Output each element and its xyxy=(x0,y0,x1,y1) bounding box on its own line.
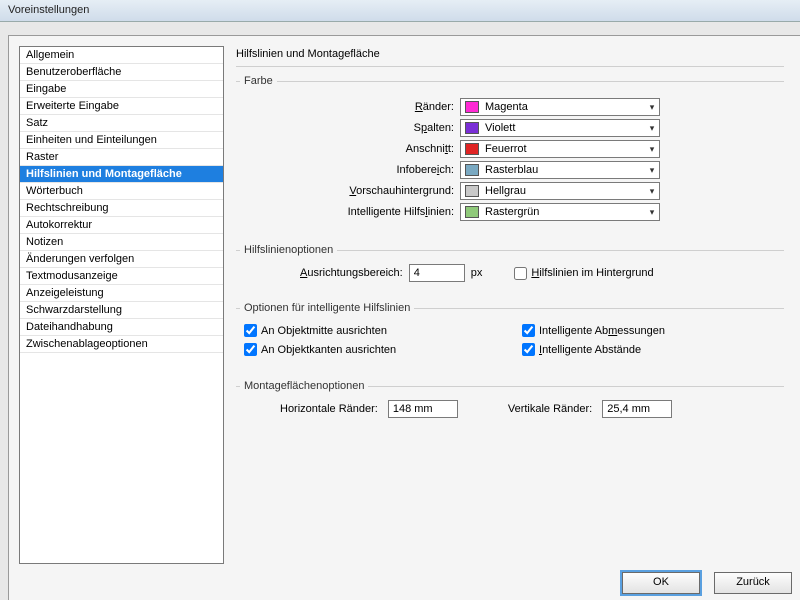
guides-group: Hilfslinienoptionen Ausrichtungsbereich:… xyxy=(236,244,784,288)
color-swatch xyxy=(465,164,479,176)
smart-option-checkbox[interactable] xyxy=(244,324,257,337)
h-margin-input[interactable] xyxy=(388,400,458,418)
sidebar-item[interactable]: Raster xyxy=(20,149,223,166)
color-label: Spalten: xyxy=(240,122,460,134)
smart-option-label: An Objektkanten ausrichten xyxy=(261,344,396,356)
smart-option-label: An Objektmitte ausrichten xyxy=(261,325,387,337)
sidebar-item[interactable]: Hilfslinien und Montagefläche xyxy=(20,166,223,183)
color-group: Farbe Ränder:Magenta▾Spalten:Violett▾Ans… xyxy=(236,75,784,230)
v-margin-label: Vertikale Ränder: xyxy=(508,403,592,415)
guides-in-back-checkbox[interactable] xyxy=(514,267,527,280)
smart-option: Intelligente Abstände xyxy=(522,343,780,356)
sidebar-item[interactable]: Eingabe xyxy=(20,81,223,98)
color-swatch xyxy=(465,122,479,134)
color-label: Intelligente Hilfslinien: xyxy=(240,206,460,218)
color-value: Violett xyxy=(483,122,645,134)
smart-option-label: Intelligente Abstände xyxy=(539,344,641,356)
color-label: Infobereich: xyxy=(240,164,460,176)
page-title: Hilfslinien und Montagefläche xyxy=(236,46,784,67)
smart-option: Intelligente Abmessungen xyxy=(522,324,780,337)
smart-option-checkbox[interactable] xyxy=(244,343,257,356)
guides-legend: Hilfslinienoptionen xyxy=(240,244,337,256)
color-dropdown[interactable]: Rastergrün▾ xyxy=(460,203,660,221)
smart-option: An Objektkanten ausrichten xyxy=(244,343,502,356)
color-dropdown[interactable]: Feuerrot▾ xyxy=(460,140,660,158)
sidebar-item[interactable]: Textmodusanzeige xyxy=(20,268,223,285)
category-sidebar: AllgemeinBenutzeroberflächeEingabeErweit… xyxy=(19,46,224,564)
color-value: Feuerrot xyxy=(483,143,645,155)
smart-option: An Objektmitte ausrichten xyxy=(244,324,502,337)
titlebar: Voreinstellungen xyxy=(0,0,800,22)
sidebar-item[interactable]: Rechtschreibung xyxy=(20,200,223,217)
color-row: Ränder:Magenta▾ xyxy=(240,98,780,116)
color-row: Anschnitt:Feuerrot▾ xyxy=(240,140,780,158)
v-margin-input[interactable] xyxy=(602,400,672,418)
color-value: Magenta xyxy=(483,101,645,113)
color-row: Spalten:Violett▾ xyxy=(240,119,780,137)
chevron-down-icon: ▾ xyxy=(645,102,659,113)
color-row: Vorschauhintergrund:Hellgrau▾ xyxy=(240,182,780,200)
sidebar-item[interactable]: Satz xyxy=(20,115,223,132)
smart-option-label: Intelligente Abmessungen xyxy=(539,325,665,337)
color-row: Intelligente Hilfslinien:Rastergrün▾ xyxy=(240,203,780,221)
sidebar-item[interactable]: Erweiterte Eingabe xyxy=(20,98,223,115)
color-label: Anschnitt: xyxy=(240,143,460,155)
sidebar-item[interactable]: Einheiten und Einteilungen xyxy=(20,132,223,149)
color-value: Hellgrau xyxy=(483,185,645,197)
color-legend: Farbe xyxy=(240,75,277,87)
color-dropdown[interactable]: Violett▾ xyxy=(460,119,660,137)
smart-option-checkbox[interactable] xyxy=(522,324,535,337)
sidebar-item[interactable]: Änderungen verfolgen xyxy=(20,251,223,268)
color-label: Vorschauhintergrund: xyxy=(240,185,460,197)
window-title: Voreinstellungen xyxy=(8,4,89,16)
sidebar-item[interactable]: Zwischenablageoptionen xyxy=(20,336,223,353)
main-panel: Hilfslinien und Montagefläche Farbe Ränd… xyxy=(236,46,790,564)
dialog-footer: OK Zurück xyxy=(622,572,800,594)
back-button[interactable]: Zurück xyxy=(714,572,792,594)
sidebar-item[interactable]: Allgemein xyxy=(20,47,223,64)
smart-guides-group: Optionen für intelligente Hilfslinien An… xyxy=(236,302,784,366)
color-row: Infobereich:Rasterblau▾ xyxy=(240,161,780,179)
ok-button[interactable]: OK xyxy=(622,572,700,594)
color-swatch xyxy=(465,185,479,197)
sidebar-item[interactable]: Dateihandhabung xyxy=(20,319,223,336)
sidebar-item[interactable]: Schwarzdarstellung xyxy=(20,302,223,319)
color-swatch xyxy=(465,101,479,113)
guides-in-back-label: Hilfslinien im Hintergrund xyxy=(531,267,653,279)
chevron-down-icon: ▾ xyxy=(645,144,659,155)
color-value: Rastergrün xyxy=(483,206,645,218)
chevron-down-icon: ▾ xyxy=(645,186,659,197)
color-dropdown[interactable]: Rasterblau▾ xyxy=(460,161,660,179)
chevron-down-icon: ▾ xyxy=(645,165,659,176)
align-range-unit: px xyxy=(471,267,483,279)
sidebar-item[interactable]: Wörterbuch xyxy=(20,183,223,200)
sidebar-item[interactable]: Benutzeroberfläche xyxy=(20,64,223,81)
color-label: Ränder: xyxy=(240,101,460,113)
align-range-input[interactable] xyxy=(409,264,465,282)
align-range-label: Ausrichtungsbereich: xyxy=(300,267,403,279)
preferences-dialog: AllgemeinBenutzeroberflächeEingabeErweit… xyxy=(8,35,800,600)
color-swatch xyxy=(465,206,479,218)
sidebar-item[interactable]: Anzeigeleistung xyxy=(20,285,223,302)
color-value: Rasterblau xyxy=(483,164,645,176)
smart-option-checkbox[interactable] xyxy=(522,343,535,356)
pasteboard-legend: Montageflächenoptionen xyxy=(240,380,368,392)
smart-guides-legend: Optionen für intelligente Hilfslinien xyxy=(240,302,414,314)
pasteboard-group: Montageflächenoptionen Horizontale Rände… xyxy=(236,380,784,424)
color-dropdown[interactable]: Magenta▾ xyxy=(460,98,660,116)
h-margin-label: Horizontale Ränder: xyxy=(280,403,378,415)
color-dropdown[interactable]: Hellgrau▾ xyxy=(460,182,660,200)
color-swatch xyxy=(465,143,479,155)
sidebar-item[interactable]: Notizen xyxy=(20,234,223,251)
sidebar-item[interactable]: Autokorrektur xyxy=(20,217,223,234)
chevron-down-icon: ▾ xyxy=(645,123,659,134)
chevron-down-icon: ▾ xyxy=(645,207,659,218)
